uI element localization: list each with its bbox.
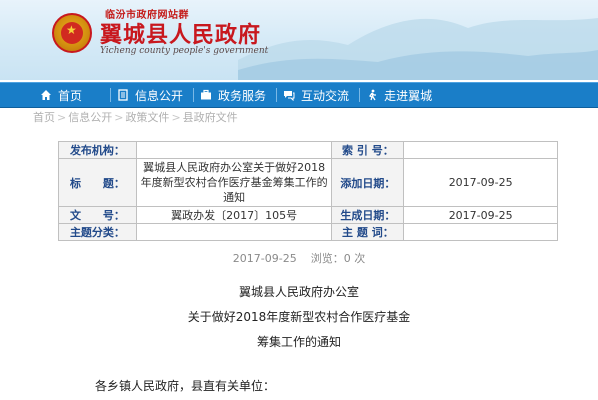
national-emblem-icon[interactable]: ★ (52, 13, 92, 53)
briefcase-icon (200, 89, 212, 101)
document-title-line: 关于做好2018年度新型农村合作医疗基金 (187, 310, 411, 324)
breadcrumb-separator: > (114, 110, 124, 124)
nav-item-label: 走进翼城 (384, 88, 433, 103)
nav-item-government-services[interactable]: 政务服务 (200, 82, 266, 108)
main-nav: 首页 信息公开 政务服务 互动交流 走进翼城 (0, 82, 598, 108)
breadcrumb-link-info-public[interactable]: 信息公开 (68, 109, 112, 125)
document-number-label: 文 号： (58, 206, 137, 224)
generated-date-label: 生成日期： (331, 206, 405, 224)
home-icon (40, 89, 52, 101)
breadcrumb-link-home[interactable]: 首页 (33, 109, 55, 125)
nav-divider (359, 88, 361, 102)
title-value: 翼城县人民政府办公室关于做好2018年度新型农村合作医疗基金筹集工作的通知 (135, 158, 333, 207)
nav-item-label: 政务服务 (218, 88, 267, 103)
nav-item-label: 信息公开 (135, 88, 184, 103)
keywords-label: 主 题 词： (331, 223, 405, 241)
site-title[interactable]: 翼城县人民政府 (100, 17, 261, 49)
generated-date-value: 2017-09-25 (403, 206, 558, 224)
walk-icon (366, 89, 378, 101)
document-title-line-2: 筹集工作的通知 (256, 335, 341, 349)
breadcrumb-link-policy-files[interactable]: 政策文件 (125, 109, 169, 125)
topic-category-value (135, 223, 333, 241)
nav-item-interaction[interactable]: 互动交流 (283, 82, 349, 108)
nav-item-info-public[interactable]: 信息公开 (117, 82, 183, 108)
nav-divider (276, 88, 278, 102)
chat-icon (283, 89, 295, 101)
index-number-label: 索 引 号： (331, 141, 405, 159)
document-number-value: 翼政办发〔2017〕105号 (135, 206, 333, 224)
document-issuer-line: 翼城县人民政府办公室 (238, 285, 359, 299)
document-info-table: 发布机构： 索 引 号： 标 题： 翼城县人民政府办公室关于做好2018年度新型… (58, 141, 558, 241)
added-date-label: 添加日期： (331, 158, 405, 207)
added-date-value: 2017-09-25 (403, 158, 558, 207)
header-mountain-background (238, 18, 598, 80)
document-salutation: 各乡镇人民政府，县直有关单位： (95, 379, 276, 393)
breadcrumb-link-county-files[interactable]: 县政府文件 (183, 109, 238, 125)
nav-divider (110, 88, 112, 102)
topic-category-label: 主题分类： (58, 223, 137, 241)
document-icon (117, 89, 129, 101)
nav-item-label: 互动交流 (301, 88, 350, 103)
nav-item-label: 首页 (58, 88, 83, 103)
publisher-value (135, 141, 333, 159)
breadcrumb-separator: > (57, 110, 67, 124)
breadcrumb: 首页 > 信息公开 > 政策文件 > 县政府文件 (33, 109, 238, 125)
title-label: 标 题： (58, 158, 137, 207)
breadcrumb-separator: > (171, 110, 181, 124)
site-subtitle: Yicheng county people's government (100, 46, 269, 56)
nav-item-about-yicheng[interactable]: 走进翼城 (366, 82, 432, 108)
keywords-value (403, 223, 558, 241)
article-meta: 2017-09-25 浏览：0 次 (0, 250, 598, 266)
nav-divider (193, 88, 195, 102)
index-number-value (403, 141, 558, 159)
nav-item-home[interactable]: 首页 (40, 82, 82, 108)
site-header: ★ 临汾市政府网站群 翼城县人民政府 Yicheng county people… (0, 0, 598, 80)
view-count: 浏览：0 次 (310, 252, 366, 265)
publish-date: 2017-09-25 (232, 252, 297, 265)
publisher-label: 发布机构： (58, 141, 137, 159)
